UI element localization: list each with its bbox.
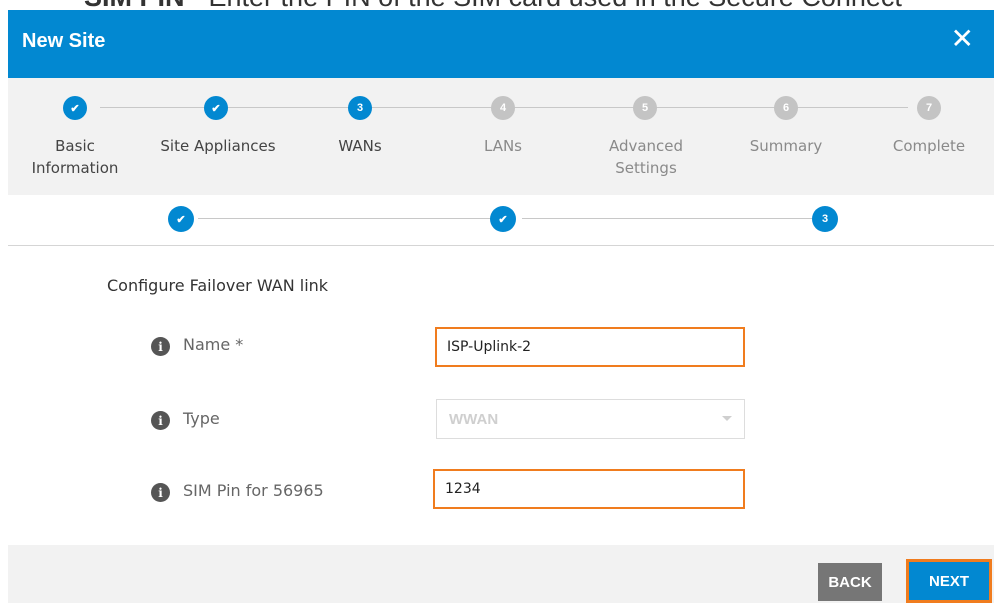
step-7-label: Complete <box>892 137 966 155</box>
step-5-label: Advanced Settings <box>608 137 684 177</box>
section-title: Configure Failover WAN link <box>107 276 329 295</box>
substep-1-check-icon: ✔ <box>168 206 194 232</box>
step-6-label: Summary <box>749 137 823 155</box>
step-4-circle: 4 <box>491 96 515 120</box>
dialog-header: New Site ✕ <box>8 10 994 78</box>
step-5-circle: 5 <box>633 96 657 120</box>
step-3-label: WANs <box>338 137 382 155</box>
name-input[interactable]: ISP-Uplink-2 <box>435 327 745 367</box>
type-label: Type <box>183 409 220 428</box>
substep-line <box>198 218 496 219</box>
step-2-check-icon: ✔ <box>204 96 228 120</box>
sim-pin-input[interactable]: 1234 <box>433 469 745 509</box>
wizard-stepper: ✔ ✔ 3 4 5 6 7 Basic Information Site App… <box>8 78 994 195</box>
info-icon[interactable]: i <box>151 411 170 430</box>
back-button[interactable]: BACK <box>818 563 882 601</box>
sim-pin-label: SIM Pin for 56965 <box>183 481 324 500</box>
type-select[interactable]: WWAN <box>436 399 745 439</box>
step-7-circle: 7 <box>917 96 941 120</box>
substep-2-check-icon: ✔ <box>490 206 516 232</box>
stepper-line <box>500 107 908 108</box>
substep-line <box>522 218 812 219</box>
step-1-check-icon: ✔ <box>63 96 87 120</box>
info-icon[interactable]: i <box>151 337 170 356</box>
step-3-circle: 3 <box>348 96 372 120</box>
step-4-label: LANs <box>484 137 522 155</box>
dialog-title: New Site <box>22 30 106 52</box>
type-select-value: WWAN <box>449 410 499 428</box>
step-1-label: Basic Information <box>31 137 119 177</box>
stepper-line <box>100 107 500 108</box>
chevron-down-icon <box>722 416 732 421</box>
close-icon[interactable]: ✕ <box>951 24 974 54</box>
step-6-circle: 6 <box>774 96 798 120</box>
substep-3-circle: 3 <box>812 206 838 232</box>
next-button[interactable]: NEXT <box>906 559 992 603</box>
dialog-footer: BACK NEXT <box>8 545 994 603</box>
sub-stepper: ✔ ✔ 3 <box>8 195 994 246</box>
info-icon[interactable]: i <box>151 483 170 502</box>
name-label: Name * <box>183 335 244 354</box>
step-2-label: Site Appliances <box>160 137 276 155</box>
